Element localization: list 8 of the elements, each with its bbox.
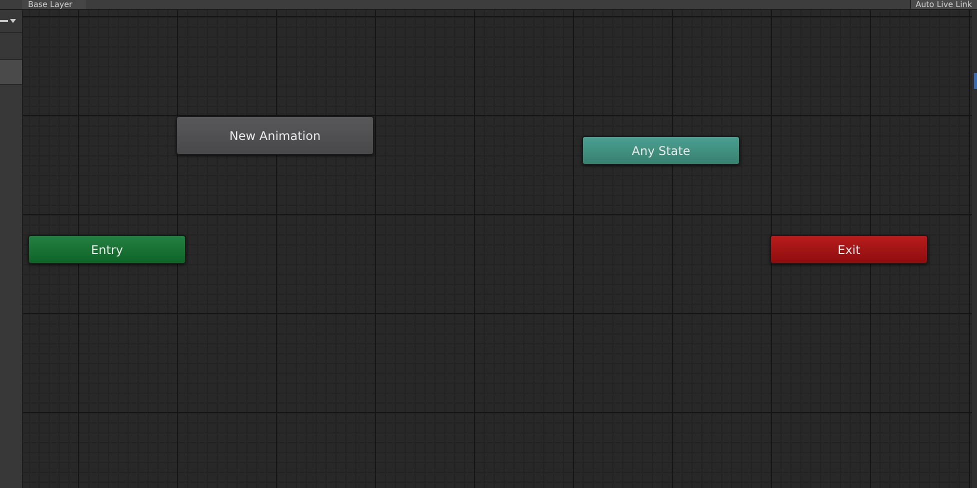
caret-icon[interactable]: [10, 19, 16, 23]
auto-live-link-button[interactable]: Auto Live Link: [910, 0, 977, 9]
state-node[interactable]: Any State: [582, 136, 740, 165]
state-node[interactable]: Exit: [770, 235, 928, 264]
state-node[interactable]: Entry: [28, 235, 186, 264]
layer-breadcrumb[interactable]: Base Layer: [22, 0, 86, 9]
layer-item[interactable]: [0, 59, 22, 85]
state-node[interactable]: New Animation: [176, 116, 374, 155]
